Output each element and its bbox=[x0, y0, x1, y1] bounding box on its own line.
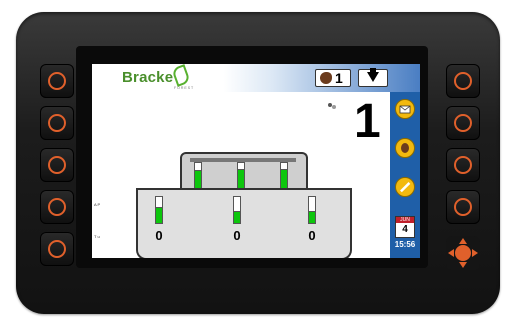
settings-icon[interactable] bbox=[395, 177, 415, 197]
bean-icon bbox=[401, 143, 409, 153]
arrow-down-icon bbox=[367, 68, 379, 82]
operator-count: 1 bbox=[335, 70, 343, 86]
left-button-2[interactable] bbox=[40, 106, 74, 140]
left-button-4[interactable] bbox=[40, 190, 74, 224]
lower-level-1 bbox=[155, 207, 163, 224]
operator-icon bbox=[320, 72, 332, 84]
message-icon[interactable] bbox=[395, 99, 415, 119]
upper-level-2 bbox=[237, 169, 245, 190]
envelope-icon bbox=[399, 105, 411, 114]
button-ring-icon bbox=[48, 114, 66, 132]
link-icon bbox=[328, 103, 336, 109]
button-ring-icon bbox=[454, 114, 472, 132]
brand-subtitle: FOREST bbox=[174, 86, 195, 90]
right-sidebar: JUN 4 15:56 bbox=[390, 92, 420, 258]
button-ring-icon bbox=[48, 240, 66, 258]
lower-value-3: 0 bbox=[308, 228, 316, 243]
lower-value-1: 0 bbox=[155, 228, 163, 243]
right-button-2[interactable] bbox=[446, 106, 480, 140]
button-ring-icon bbox=[48, 156, 66, 174]
status-number: 1 bbox=[354, 95, 381, 148]
upper-level-1 bbox=[194, 170, 202, 190]
button-ring-icon bbox=[454, 156, 472, 174]
side-label-2: T u bbox=[94, 234, 100, 239]
wrench-icon bbox=[400, 182, 411, 193]
lower-level-3 bbox=[308, 211, 316, 224]
button-ring-icon bbox=[48, 72, 66, 90]
screen: Bracke FOREST 1 1 JUN 4 15:56 A P T u 0 … bbox=[92, 64, 420, 258]
down-button[interactable] bbox=[358, 68, 388, 87]
operator-button[interactable]: 1 bbox=[315, 69, 351, 87]
brand-logo: Bracke bbox=[122, 69, 174, 86]
lower-level-2 bbox=[233, 211, 241, 224]
button-ring-icon bbox=[454, 198, 472, 216]
right-button-3[interactable] bbox=[446, 148, 480, 182]
clock-time: 15:56 bbox=[394, 240, 416, 249]
left-button-3[interactable] bbox=[40, 148, 74, 182]
calendar-day: 4 bbox=[402, 224, 408, 235]
seed-icon[interactable] bbox=[395, 138, 415, 158]
leaf-icon bbox=[171, 64, 191, 87]
upper-level-3 bbox=[280, 169, 288, 190]
header-bar: Bracke FOREST 1 bbox=[92, 64, 420, 92]
dpad-arrows-icon bbox=[446, 236, 480, 270]
button-ring-icon bbox=[48, 198, 66, 216]
lower-unit bbox=[136, 188, 352, 258]
left-button-1[interactable] bbox=[40, 64, 74, 98]
calendar: JUN 4 bbox=[395, 216, 415, 238]
lower-value-2: 0 bbox=[233, 228, 241, 243]
machine-diagram: 0 0 0 bbox=[136, 152, 378, 258]
left-button-5[interactable] bbox=[40, 232, 74, 266]
direction-pad[interactable] bbox=[446, 236, 480, 270]
side-label-1: A P bbox=[94, 202, 101, 207]
button-ring-icon bbox=[454, 72, 472, 90]
right-button-1[interactable] bbox=[446, 64, 480, 98]
right-button-4[interactable] bbox=[446, 190, 480, 224]
